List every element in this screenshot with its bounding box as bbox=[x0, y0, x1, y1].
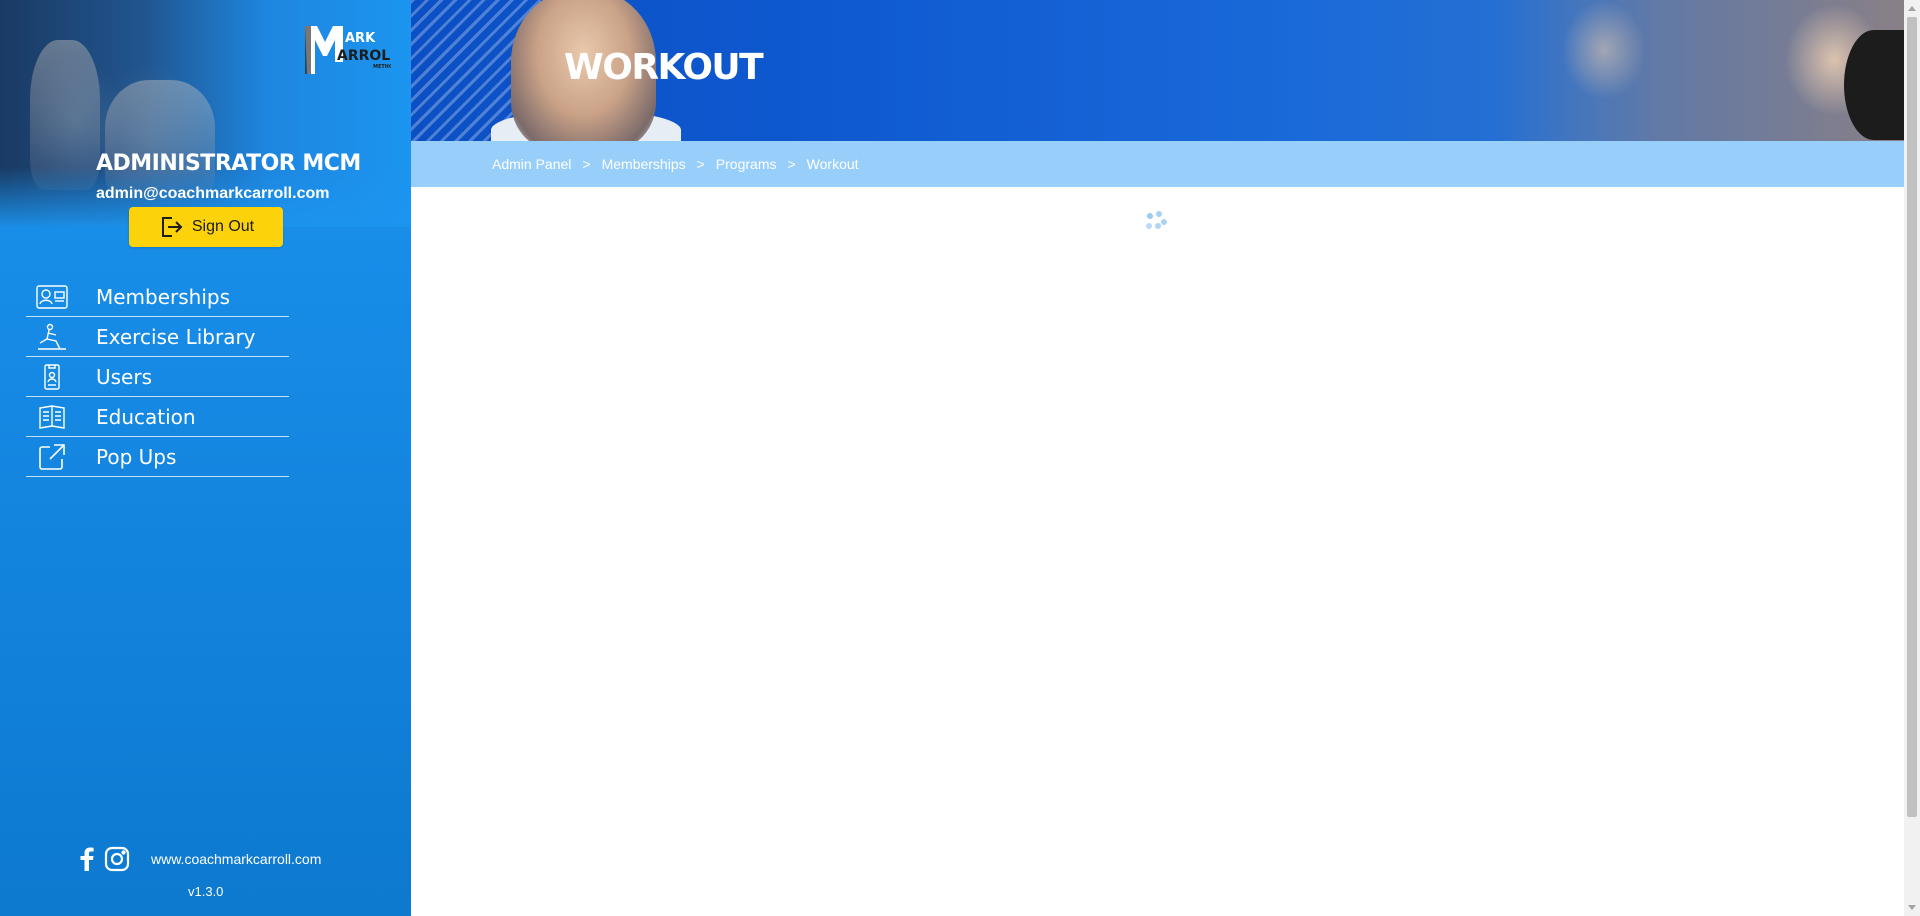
svg-text:ARROLL: ARROLL bbox=[337, 48, 391, 64]
app-version: v1.3.0 bbox=[188, 884, 224, 899]
book-icon bbox=[30, 401, 74, 433]
scroll-up-arrow[interactable] bbox=[1904, 0, 1920, 16]
nav-label-exercise-library: Exercise Library bbox=[96, 324, 256, 349]
breadcrumb-workout: Workout bbox=[806, 156, 859, 172]
nav-label-education: Education bbox=[96, 404, 196, 429]
profile-email: admin@coachmarkcarroll.com bbox=[96, 185, 330, 202]
breadcrumb-memberships[interactable]: Memberships bbox=[602, 156, 686, 172]
loading-spinner bbox=[1145, 211, 1169, 235]
breadcrumb-programs[interactable]: Programs bbox=[716, 156, 777, 172]
sign-out-label: Sign Out bbox=[191, 218, 255, 235]
facebook-icon[interactable] bbox=[80, 847, 94, 871]
nav-label-pop-ups: Pop Ups bbox=[96, 444, 177, 469]
page-banner: WORKOUT bbox=[411, 0, 1904, 141]
breadcrumb-separator: > bbox=[696, 156, 705, 172]
page-scrollbar[interactable] bbox=[1904, 0, 1920, 916]
website-link[interactable]: www.coachmarkcarroll.com bbox=[151, 851, 321, 867]
social-links bbox=[80, 846, 130, 872]
sidebar-nav: Memberships Exercise Library Users Educa… bbox=[26, 277, 289, 477]
breadcrumb-separator: > bbox=[582, 156, 591, 172]
brand-logo: ARK ARROLL METHOD bbox=[305, 26, 391, 74]
scroll-down-arrow[interactable] bbox=[1904, 900, 1920, 916]
breadcrumb: Admin Panel > Memberships > Programs > W… bbox=[492, 156, 859, 172]
external-link-icon bbox=[30, 441, 74, 473]
nav-item-exercise-library[interactable]: Exercise Library bbox=[26, 317, 289, 357]
nav-item-users[interactable]: Users bbox=[26, 357, 289, 397]
app-root: ARK ARROLL METHOD ADMINISTRATOR MCM admi… bbox=[0, 0, 1920, 916]
sign-out-button[interactable]: Sign Out bbox=[129, 207, 283, 247]
breadcrumb-bar: Admin Panel > Memberships > Programs > W… bbox=[411, 141, 1904, 187]
sidebar: ARK ARROLL METHOD ADMINISTRATOR MCM admi… bbox=[0, 0, 411, 916]
svg-text:METHOD: METHOD bbox=[373, 64, 391, 70]
nav-item-education[interactable]: Education bbox=[26, 397, 289, 437]
user-badge-icon bbox=[30, 361, 74, 393]
nav-item-memberships[interactable]: Memberships bbox=[26, 277, 289, 317]
nav-label-users: Users bbox=[96, 364, 153, 389]
sign-out-icon bbox=[161, 217, 183, 237]
page-title: WORKOUT bbox=[564, 47, 764, 88]
breadcrumb-separator: > bbox=[787, 156, 796, 172]
main-content: WORKOUT Admin Panel > Memberships > Prog… bbox=[411, 0, 1904, 916]
svg-text:ARK: ARK bbox=[345, 31, 376, 46]
breadcrumb-admin-panel[interactable]: Admin Panel bbox=[492, 156, 571, 172]
banner-photo-right bbox=[1494, 0, 1904, 141]
nav-item-pop-ups[interactable]: Pop Ups bbox=[26, 437, 289, 477]
nav-label-memberships: Memberships bbox=[96, 284, 231, 309]
profile-name: ADMINISTRATOR MCM bbox=[96, 151, 361, 176]
scroll-thumb[interactable] bbox=[1907, 17, 1917, 817]
instagram-icon[interactable] bbox=[104, 846, 130, 872]
exercise-icon bbox=[30, 321, 74, 353]
membership-card-icon bbox=[30, 281, 74, 313]
